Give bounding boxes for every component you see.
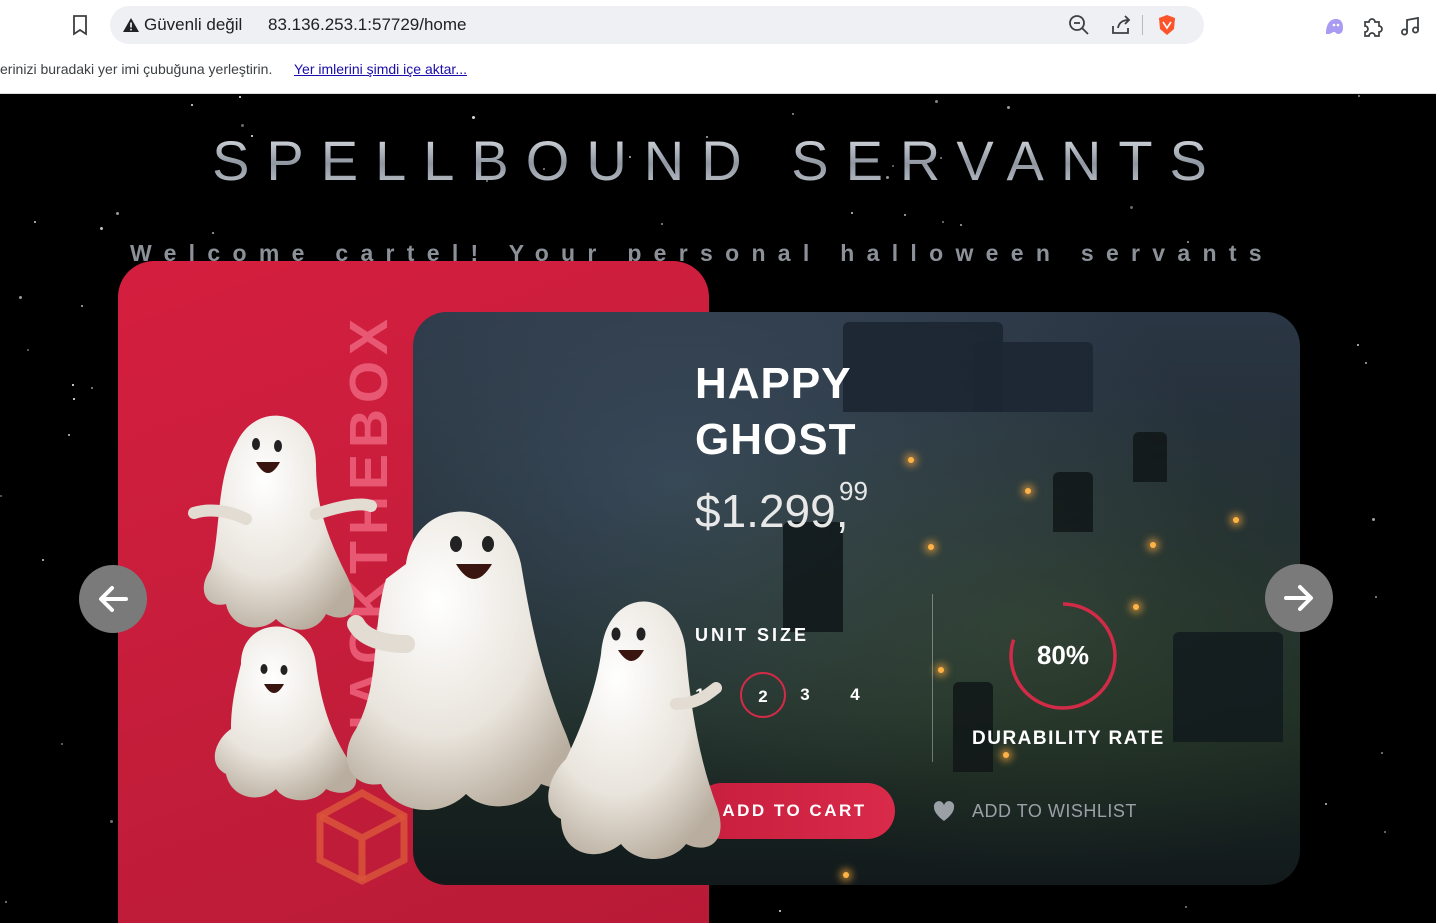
fence-shape xyxy=(1173,632,1283,742)
candle-light xyxy=(928,544,934,550)
star xyxy=(904,214,906,216)
star xyxy=(5,901,7,903)
security-label[interactable]: Güvenli değil xyxy=(144,15,242,35)
star xyxy=(1130,206,1133,209)
candle-light xyxy=(1025,488,1031,494)
star xyxy=(81,305,83,307)
add-to-wishlist-button[interactable]: ADD TO WISHLIST xyxy=(932,798,1137,824)
star xyxy=(42,559,44,561)
star xyxy=(472,116,475,119)
product-price-cents: 99 xyxy=(839,476,868,506)
star xyxy=(191,104,193,106)
star xyxy=(960,224,962,226)
wishlist-label: ADD TO WISHLIST xyxy=(972,800,1137,821)
star xyxy=(1381,752,1383,754)
star xyxy=(661,223,663,225)
star xyxy=(1358,95,1360,97)
chapel-shape xyxy=(973,342,1093,412)
url-text[interactable]: 83.136.253.1:57729/home xyxy=(268,15,467,35)
carousel-prev-button[interactable] xyxy=(79,565,147,633)
star xyxy=(851,212,853,214)
durability-label: DURABILITY RATE xyxy=(972,728,1165,749)
star xyxy=(116,212,119,215)
carousel-next-button[interactable] xyxy=(1265,564,1333,632)
star xyxy=(1372,518,1375,521)
share-icon[interactable] xyxy=(1110,14,1132,36)
tombstone-shape xyxy=(1053,472,1093,532)
page-content: SPELLBOUND SERVANTS Welcome cartel! Your… xyxy=(0,94,1436,923)
star xyxy=(792,113,794,115)
star xyxy=(34,221,36,223)
browser-toolbar: Güvenli değil 83.136.253.1:57729/home xyxy=(0,0,1436,52)
star xyxy=(0,495,2,497)
extensions-puzzle-icon[interactable] xyxy=(1360,14,1384,38)
star xyxy=(27,349,29,351)
unit-size-option-2[interactable]: 2 xyxy=(740,672,786,718)
zoom-icon[interactable] xyxy=(1068,14,1090,36)
star xyxy=(68,434,70,436)
statue-shape xyxy=(953,682,993,772)
bookmarks-hint: erinizi buradaki yer imi çubuğuna yerleş… xyxy=(0,61,273,77)
tombstone-shape xyxy=(1133,432,1167,482)
star xyxy=(212,232,214,234)
star xyxy=(73,398,75,400)
star xyxy=(72,384,74,386)
star xyxy=(779,910,781,912)
candle-light xyxy=(1150,542,1156,548)
bookmark-icon[interactable] xyxy=(70,14,90,36)
media-music-icon[interactable] xyxy=(1398,14,1422,38)
heart-icon xyxy=(933,801,955,821)
import-bookmarks-link[interactable]: Yer imlerini şimdi içe aktar... xyxy=(294,61,467,77)
candle-light xyxy=(1233,517,1239,523)
vertical-divider xyxy=(932,594,933,762)
durability-value: 80% xyxy=(1036,640,1090,670)
star xyxy=(1325,803,1327,805)
candle-light xyxy=(938,667,944,673)
star xyxy=(61,743,63,745)
candle-light xyxy=(843,872,849,878)
star xyxy=(1384,831,1386,833)
happy-ghosts-illustration xyxy=(188,415,722,859)
star xyxy=(110,820,113,823)
star xyxy=(1365,362,1367,364)
arrow-left-icon xyxy=(99,586,128,612)
bookmarks-bar: erinizi buradaki yer imi çubuğuna yerleş… xyxy=(0,52,1436,94)
brave-shield-icon[interactable] xyxy=(1156,14,1178,36)
omnibox-divider xyxy=(1142,15,1143,35)
star xyxy=(1375,596,1377,598)
star xyxy=(1007,106,1010,109)
star xyxy=(100,227,103,230)
star xyxy=(1185,906,1187,908)
star xyxy=(241,124,244,127)
star xyxy=(942,221,944,223)
ghost-extension-icon[interactable] xyxy=(1322,14,1346,38)
warning-icon[interactable] xyxy=(122,17,140,33)
star xyxy=(1357,344,1359,346)
page-title: SPELLBOUND SERVANTS xyxy=(0,128,1436,193)
star xyxy=(239,96,241,98)
arrow-right-icon xyxy=(1284,585,1313,611)
candle-light xyxy=(1003,752,1009,758)
star xyxy=(935,100,938,103)
address-bar[interactable]: Güvenli değil 83.136.253.1:57729/home xyxy=(110,6,1204,44)
candle-light xyxy=(1133,604,1139,610)
unit-size-option-3[interactable]: 3 xyxy=(782,672,828,718)
mausoleum-shape xyxy=(783,522,843,632)
star xyxy=(19,296,22,299)
unit-size-option-4[interactable]: 4 xyxy=(832,672,878,718)
star xyxy=(91,387,93,389)
